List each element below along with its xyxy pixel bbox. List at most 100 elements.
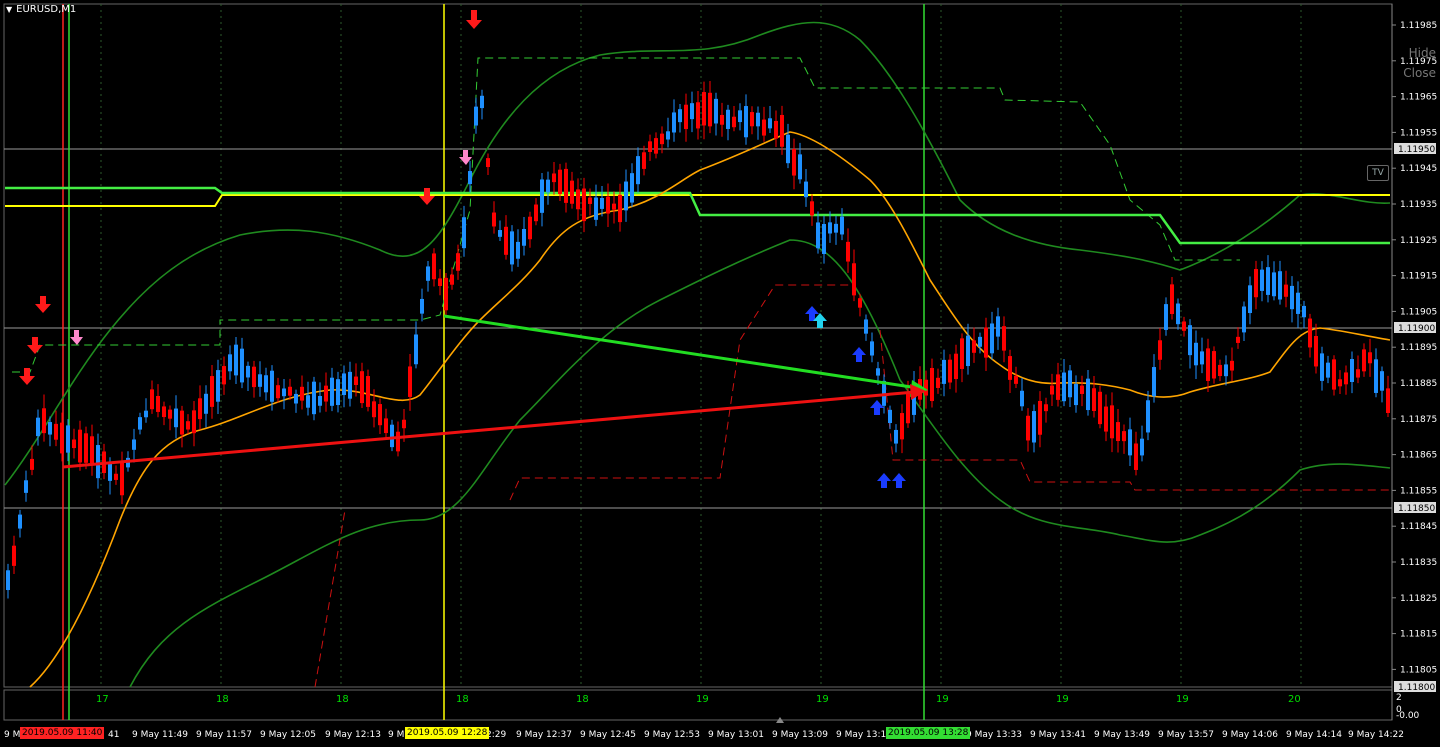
candle-body (216, 370, 220, 402)
candle-body (720, 114, 724, 125)
candle-body (414, 334, 418, 365)
candle-body (1344, 372, 1348, 385)
candle-body (498, 230, 502, 237)
candle-body (816, 222, 820, 249)
time-label: 9 May 11:49 (132, 730, 188, 740)
candle-body (240, 348, 244, 383)
candle-body (966, 335, 970, 367)
candle-body (1206, 348, 1210, 381)
time-label: 41 (108, 730, 119, 740)
candle-body (234, 344, 238, 376)
candle-body (684, 104, 688, 130)
candle-body (1278, 271, 1282, 300)
candle-body (222, 366, 226, 385)
candle-body (714, 98, 718, 124)
candle-body (138, 417, 142, 430)
price-tick-label: 1.11935 (1400, 200, 1437, 210)
candle-body (372, 401, 376, 418)
candle-body (1218, 364, 1222, 377)
sub-scale-bottom: -0.00 (1396, 711, 1420, 721)
candle-body (606, 196, 610, 214)
candle-body (840, 216, 844, 235)
candle-body (1242, 306, 1246, 333)
candle-body (294, 393, 298, 404)
candle-body (648, 141, 652, 153)
candle-body (558, 169, 562, 195)
dropdown-triangle-icon[interactable]: ▼ (6, 5, 12, 14)
candle-body (1254, 269, 1258, 298)
candle-body (726, 109, 730, 129)
candle-body (450, 274, 454, 285)
candle-body (444, 277, 448, 311)
candle-body (996, 316, 1000, 337)
candle-body (156, 395, 160, 412)
candle-body (858, 298, 862, 308)
candle-body (570, 180, 574, 204)
sub-value: 19 (1176, 694, 1189, 705)
candle-body (330, 377, 334, 406)
candle-body (1074, 384, 1078, 406)
candle-body (486, 158, 490, 168)
yellow-level-line (5, 194, 1390, 207)
candle-body (48, 422, 52, 435)
candle-body (546, 179, 550, 193)
hide-button[interactable]: Hide (1409, 46, 1436, 60)
candle-body (1368, 352, 1372, 364)
tv-button[interactable]: TV (1367, 165, 1389, 181)
price-tick-label: 1.11805 (1400, 665, 1437, 675)
candlesticks[interactable] (6, 80, 1390, 599)
candle-body (276, 385, 280, 399)
candle-body (108, 463, 112, 481)
candle-body (828, 222, 832, 234)
lower-band (129, 239, 1391, 688)
time-label: 9 May 13:09 (772, 730, 828, 740)
candle-body (888, 409, 892, 424)
candle-body (1320, 353, 1324, 381)
candle-body (228, 354, 232, 372)
time-label: 9 May 14:22 (1348, 730, 1404, 740)
candle-body (36, 417, 40, 437)
candle-body (1302, 305, 1306, 318)
candle-body (1314, 336, 1318, 367)
lower-dashed-red (314, 284, 1390, 688)
candle-body (594, 197, 598, 220)
candle-body (1110, 405, 1114, 439)
sub-value: 18 (576, 694, 589, 705)
candle-body (246, 365, 250, 378)
candle-body (1308, 318, 1312, 348)
price-tick-label: 1.11985 (1400, 21, 1437, 31)
candle-body (1296, 292, 1300, 314)
candle-body (516, 241, 520, 259)
candle-body (1086, 378, 1090, 411)
time-label: 9 May 12:13 (325, 730, 381, 740)
candle-body (618, 194, 622, 223)
candle-body (1356, 369, 1360, 378)
candle-body (960, 338, 964, 369)
candle-body (774, 120, 778, 139)
candle-body (396, 431, 400, 452)
time-label: 9 May 13:49 (1094, 730, 1150, 740)
candle-body (1002, 326, 1006, 351)
candle-body (1272, 272, 1276, 297)
candle-body (708, 92, 712, 127)
symbol-label: EURUSD,M1 (16, 4, 77, 15)
candle-body (624, 181, 628, 211)
candle-body (174, 408, 178, 428)
price-tick-label: 1.11945 (1400, 164, 1437, 174)
candle-body (432, 253, 436, 280)
candle-body (456, 253, 460, 271)
candle-body (1068, 370, 1072, 398)
candle-body (492, 212, 496, 227)
candle-body (318, 396, 322, 406)
candle-body (1056, 374, 1060, 400)
candle-body (744, 106, 748, 138)
candle-body (936, 377, 940, 388)
close-button[interactable]: Close (1403, 66, 1436, 80)
candle-body (426, 266, 430, 281)
candle-body (750, 112, 754, 127)
candle-body (204, 393, 208, 414)
chart-canvas[interactable]: 1.119851.119751.119651.119551.119451.119… (0, 0, 1440, 747)
price-box-4: 1.11800 (1398, 683, 1435, 693)
sub-value: 20 (1288, 694, 1301, 705)
candle-body (1134, 443, 1138, 470)
